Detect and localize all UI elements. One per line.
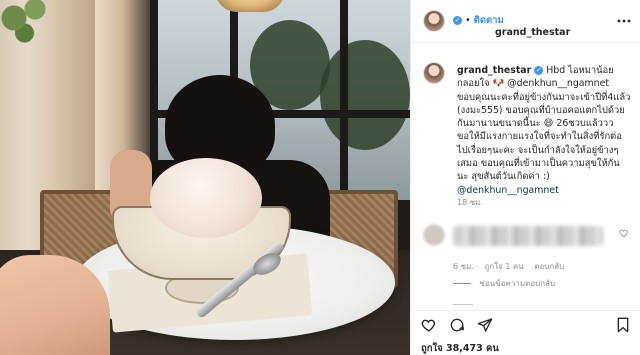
commenter-avatar[interactable] [423, 224, 445, 246]
instagram-post-view: grand_thestar ✓ • ติดตาม grand_thestar ✓… [0, 0, 640, 355]
photo-ice-cream-scoop [150, 158, 262, 238]
caption-mention-link[interactable]: @denkhun__ngamnet [429, 184, 637, 197]
photo-window-frame [340, 0, 348, 210]
caption-line: ขอบคุณนะคะที่อยู่ข้างกันมาจะเข้าปีที่4แล… [457, 91, 631, 103]
caption-username[interactable]: grand_thestar [457, 65, 531, 76]
comment-meta: 6 ชม. ถูกใจ 1 คน ตอบกลับ [453, 260, 572, 273]
post-header: grand_thestar ✓ • ติดตาม [411, 0, 640, 43]
caption-text: grand_thestar ✓ Hbd ไอหมาน้อย กลอยใจ 🐶 @… [429, 64, 637, 197]
more-options-icon[interactable] [617, 12, 631, 26]
photo-tree [320, 40, 410, 150]
caption-line: (งงมะ555) ขอบคุณที่บ้าบอคอแตกไปด้วย [457, 104, 625, 116]
author-username[interactable]: grand_thestar [495, 27, 570, 38]
comment-time: 6 ชม. [453, 262, 474, 271]
blurred-comment-text [453, 226, 603, 246]
toggle-replies-label: ซ่อนข้อความตอบกลับ [479, 279, 556, 288]
heart-icon[interactable] [421, 317, 437, 333]
comment-reply-button[interactable]: ตอบกลับ [534, 262, 564, 271]
author-avatar[interactable] [423, 10, 445, 32]
caption-line: Hbd ไอหมาน้อย [546, 65, 614, 76]
photo-leaves [0, 0, 70, 60]
header-separator: • [465, 15, 471, 26]
toggle-replies-button[interactable]: ซ่อนข้อความตอบกลับ [453, 277, 555, 290]
caption-timestamp: 18 ชม. [457, 198, 483, 207]
replies-line [453, 283, 471, 284]
reply-indicator-line [453, 304, 473, 305]
likes-count[interactable]: ถูกใจ 38,473 คน [421, 341, 499, 355]
comment-likes[interactable]: ถูกใจ 1 คน [484, 262, 523, 271]
verified-badge-icon: ✓ [534, 66, 544, 75]
caption-line: เสมอ ขอบคุณที่เข้ามาเป็นความสุขให้กัน [457, 158, 620, 170]
caption-line: นะ สุขสันต์วันเกิดค่า :) [457, 171, 550, 183]
post-header-meta: grand_thestar ✓ • ติดตาม [453, 13, 570, 38]
bookmark-icon[interactable] [615, 317, 631, 333]
verified-badge-icon: ✓ [453, 16, 462, 25]
post-side-panel: grand_thestar ✓ • ติดตาม grand_thestar ✓… [410, 0, 640, 355]
follow-button[interactable]: ติดตาม [474, 15, 504, 26]
caption-line: ขอให้มีแรงกายแรงใจที่จะทำในสิ่งที่รักต่อ [457, 131, 622, 143]
comment-icon[interactable] [449, 317, 465, 333]
post-photo[interactable] [0, 0, 410, 355]
share-icon[interactable] [477, 317, 493, 333]
caption-line: ไปเรื่อยๆนะคะ จะเป็นกำลังใจให้อยู่ข้างๆ [457, 144, 619, 156]
caption-line: กันมานานขนาดนี้นะ 😄 26ชวบแล้ววว [457, 118, 614, 130]
comment-heart-icon[interactable] [619, 228, 629, 238]
caption-line: กลอยใจ 🐶 @denkhun__ngamnet [457, 78, 610, 90]
post-actions: ถูกใจ 38,473 คน [411, 310, 640, 355]
